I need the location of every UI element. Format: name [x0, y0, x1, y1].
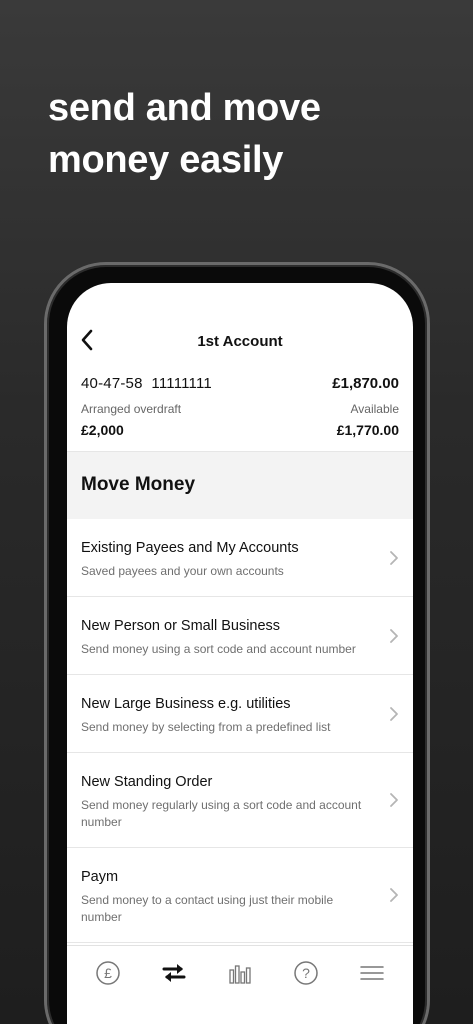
section-header: Move Money [67, 451, 413, 519]
tab-bar: £ ? [67, 945, 413, 999]
tab-menu[interactable] [352, 956, 392, 990]
overdraft-value: £2,000 [81, 422, 124, 438]
available-value: £1,770.00 [336, 422, 399, 438]
tab-accounts[interactable]: £ [88, 956, 128, 990]
option-title: Paym [81, 869, 119, 885]
option-paym[interactable]: Paym Send money to a contact using just … [67, 848, 413, 943]
option-subtitle: Send money to a contact using just their… [81, 893, 334, 924]
phone-frame: 1st Account 40-47-58 11111111 £1,870.00 … [44, 262, 430, 1024]
page-title: 1st Account [197, 333, 283, 350]
option-title: New Standing Order [81, 774, 213, 790]
account-number: 11111111 [151, 375, 212, 392]
chevron-right-icon [390, 628, 398, 643]
chevron-right-icon [390, 888, 398, 902]
bar-chart-icon [229, 964, 251, 984]
option-subtitle: Saved payees and your own accounts [81, 564, 284, 578]
option-existing-payees[interactable]: Existing Payees and My Accounts Saved pa… [67, 519, 413, 597]
option-subtitle: Send money regularly using a sort code a… [81, 798, 362, 829]
move-money-options: Existing Payees and My Accounts Saved pa… [67, 519, 413, 943]
option-title: New Large Business e.g. utilities [81, 696, 291, 712]
available-label: Available [350, 402, 399, 416]
overdraft-label: Arranged overdraft [81, 402, 182, 416]
option-title: Existing Payees and My Accounts [81, 540, 299, 556]
tab-move-money[interactable] [154, 956, 194, 990]
transfer-arrows-icon [162, 963, 186, 982]
option-title: New Person or Small Business [81, 618, 281, 634]
chevron-right-icon [390, 550, 398, 565]
nav-bar: 1st Account [67, 283, 413, 365]
option-standing-order[interactable]: New Standing Order Send money regularly … [67, 753, 413, 848]
tab-insights[interactable] [220, 956, 260, 990]
account-balance: £1,870.00 [332, 375, 399, 392]
option-new-large-business[interactable]: New Large Business e.g. utilities Send m… [67, 675, 413, 753]
sort-code: 40-47-58 [81, 375, 143, 392]
tab-help[interactable]: ? [286, 956, 326, 990]
headline-line-2: money easily [48, 139, 284, 181]
pound-icon: £ [96, 960, 120, 985]
phone-screen: 1st Account 40-47-58 11111111 £1,870.00 … [67, 283, 413, 1024]
account-identifiers: 40-47-58 11111111 [81, 375, 212, 392]
menu-icon [360, 965, 384, 980]
option-subtitle: Send money using a sort code and account… [81, 642, 356, 656]
chevron-right-icon [390, 793, 398, 807]
chevron-right-icon [390, 706, 398, 721]
option-subtitle: Send money by selecting from a predefine… [81, 720, 331, 734]
option-new-person[interactable]: New Person or Small Business Send money … [67, 597, 413, 675]
account-summary: 40-47-58 11111111 £1,870.00 Arranged ove… [67, 375, 413, 438]
svg-text:£: £ [104, 965, 112, 981]
headline: send and move money easily [48, 82, 448, 186]
help-icon: ? [294, 960, 318, 985]
headline-line-1: send and move [48, 87, 321, 129]
svg-text:?: ? [302, 965, 310, 981]
